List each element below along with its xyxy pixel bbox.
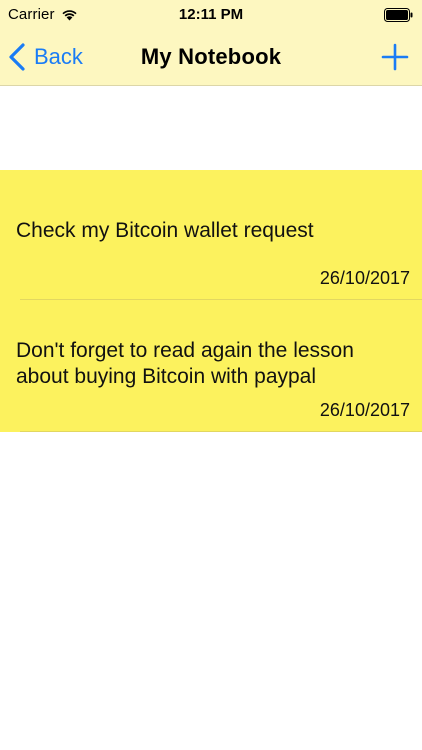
note-text: Don't forget to read again the lesson ab… bbox=[16, 339, 354, 388]
add-note-button[interactable] bbox=[378, 40, 412, 74]
row-separator bbox=[20, 431, 422, 432]
battery-icon bbox=[384, 8, 414, 22]
status-time: 12:11 PM bbox=[178, 6, 244, 23]
note-item[interactable]: Don't forget to read again the lesson ab… bbox=[0, 300, 422, 432]
status-bar: Carrier 12:11 PM bbox=[0, 0, 422, 30]
navigation-bar: Back My Notebook bbox=[0, 30, 422, 86]
notes-list: Check my Bitcoin wallet request 26/10/20… bbox=[0, 170, 422, 432]
note-item[interactable]: Check my Bitcoin wallet request 26/10/20… bbox=[0, 170, 422, 300]
note-date: 26/10/2017 bbox=[319, 268, 410, 288]
plus-icon bbox=[378, 40, 412, 74]
note-date: 26/10/2017 bbox=[319, 400, 410, 420]
page-title: My Notebook bbox=[140, 44, 282, 69]
note-text: Check my Bitcoin wallet request bbox=[16, 219, 314, 242]
top-bar: Carrier 12:11 PM Back My Notebook bbox=[0, 0, 422, 86]
